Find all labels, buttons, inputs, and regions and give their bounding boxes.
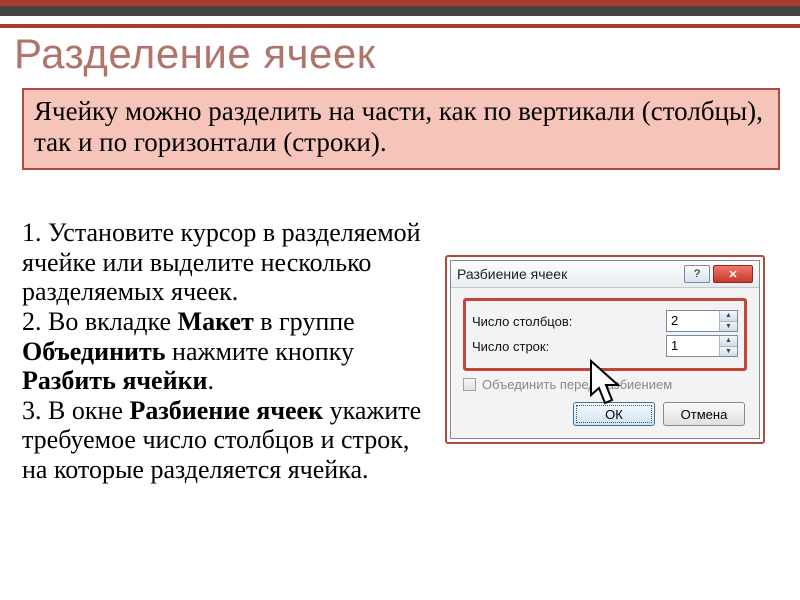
step-2-mid2: нажмите кнопку — [166, 337, 354, 366]
step-2-group: Объединить — [22, 337, 166, 366]
rows-spin-up[interactable]: ▲ — [720, 336, 737, 347]
fields-highlight: Число столбцов: 2 ▲ ▼ Число строк: 1 — [463, 298, 747, 371]
ok-button[interactable]: ОК — [573, 402, 655, 426]
merge-checkbox[interactable] — [463, 378, 476, 391]
columns-spin-down[interactable]: ▼ — [720, 322, 737, 332]
decorative-top-bars — [0, 0, 800, 28]
split-cells-dialog: Разбиение ячеек ? ✕ Число столбцов: 2 ▲ … — [450, 260, 760, 439]
cancel-button[interactable]: Отмена — [663, 402, 745, 426]
columns-label: Число столбцов: — [472, 314, 666, 329]
slide-title: Разделение ячеек — [14, 30, 376, 78]
merge-label: Объединить перед разбиением — [482, 377, 672, 392]
step-2-pre: 2. Во вкладке — [22, 307, 178, 336]
step-3-win: Разбиение ячеек — [129, 396, 323, 425]
close-button[interactable]: ✕ — [713, 265, 753, 283]
step-3-pre: 3. В окне — [22, 396, 129, 425]
dialog-titlebar: Разбиение ячеек ? ✕ — [451, 261, 759, 288]
columns-spin-up[interactable]: ▲ — [720, 311, 737, 322]
close-icon: ✕ — [728, 268, 737, 281]
dialog-title: Разбиение ячеек — [457, 266, 681, 282]
rows-label: Число строк: — [472, 339, 666, 354]
dialog-highlight-frame: Разбиение ячеек ? ✕ Число столбцов: 2 ▲ … — [445, 255, 765, 444]
columns-value[interactable]: 2 — [667, 311, 719, 331]
rows-spin-down[interactable]: ▼ — [720, 347, 737, 357]
rows-spinner[interactable]: 1 ▲ ▼ — [666, 335, 738, 357]
help-icon: ? — [694, 268, 700, 280]
columns-spinner[interactable]: 2 ▲ ▼ — [666, 310, 738, 332]
help-button[interactable]: ? — [684, 265, 710, 283]
step-1: 1. Установите курсор в разделяемой ячейк… — [22, 218, 421, 306]
step-2-tab: Макет — [178, 307, 254, 336]
rows-value[interactable]: 1 — [667, 336, 719, 356]
step-2-btn: Разбить ячейки — [22, 366, 208, 395]
step-2-mid: в группе — [254, 307, 355, 336]
instructions-text: 1. Установите курсор в разделяемой ячейк… — [22, 218, 422, 485]
intro-text: Ячейку можно разделить на части, как по … — [22, 88, 780, 170]
merge-before-split-row[interactable]: Объединить перед разбиением — [463, 377, 747, 392]
step-2-end: . — [208, 366, 215, 395]
